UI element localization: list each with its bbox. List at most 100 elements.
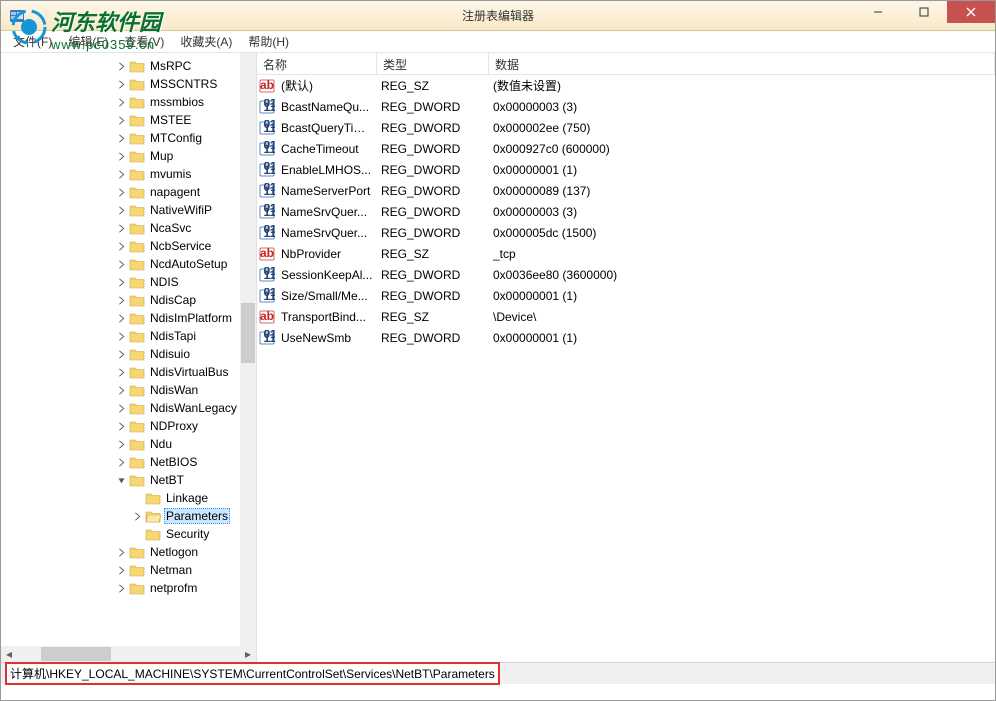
expand-icon[interactable] (115, 312, 128, 325)
tree-item[interactable]: NativeWifiP (1, 201, 256, 219)
expand-icon[interactable] (115, 330, 128, 343)
expand-icon[interactable] (115, 258, 128, 271)
tree-item[interactable]: Parameters (1, 507, 256, 525)
expand-icon[interactable] (115, 420, 128, 433)
tree-view[interactable]: MsRPCMSSCNTRSmssmbiosMSTEEMTConfig Mup mvu… (1, 53, 256, 646)
tree-item[interactable]: Linkage (1, 489, 256, 507)
tree-item[interactable]: mssmbios (1, 93, 256, 111)
expand-icon[interactable] (115, 402, 128, 415)
menu-help[interactable]: 帮助(H) (240, 31, 297, 52)
tree-item[interactable]: mvumis (1, 165, 256, 183)
tree-item[interactable]: Ndu (1, 435, 256, 453)
tree-item[interactable]: NcbService (1, 237, 256, 255)
tree-item[interactable]: Mup (1, 147, 256, 165)
expand-icon[interactable] (115, 240, 128, 253)
tree-item[interactable]: NdisWanLegacy (1, 399, 256, 417)
collapse-icon[interactable] (115, 474, 128, 487)
list-row[interactable]: SessionKeepAl...REG_DWORD0x0036ee80 (360… (257, 264, 995, 285)
expand-icon[interactable] (115, 366, 128, 379)
tree-item[interactable]: Netman (1, 561, 256, 579)
tree-item[interactable]: NdisWan (1, 381, 256, 399)
tree-item[interactable]: Netlogon (1, 543, 256, 561)
tree-item[interactable]: NdisCap (1, 291, 256, 309)
expand-icon[interactable] (115, 78, 128, 91)
tree-item[interactable]: NdisVirtualBus (1, 363, 256, 381)
expand-icon[interactable] (115, 114, 128, 127)
tree-item-label: Mup (148, 149, 175, 163)
column-type[interactable]: 类型 (377, 53, 489, 74)
column-name[interactable]: 名称 (257, 53, 377, 74)
list-row[interactable]: NameSrvQuer...REG_DWORD0x000005dc (1500) (257, 222, 995, 243)
menu-view[interactable]: 查看(V) (116, 31, 172, 52)
expand-icon[interactable] (131, 510, 144, 523)
list-row[interactable]: CacheTimeoutREG_DWORD0x000927c0 (600000) (257, 138, 995, 159)
folder-icon (145, 509, 161, 523)
expand-icon[interactable] (115, 168, 128, 181)
list-row[interactable]: TransportBind...REG_SZ\Device\ (257, 306, 995, 327)
tree-item[interactable]: MSTEE (1, 111, 256, 129)
expand-icon[interactable] (115, 348, 128, 361)
list-view[interactable]: (默认)REG_SZ(数值未设置)BcastNameQu...REG_DWORD… (257, 75, 995, 348)
menu-edit[interactable]: 编辑(E) (60, 31, 116, 52)
expand-icon[interactable] (115, 60, 128, 73)
expand-icon[interactable] (115, 276, 128, 289)
list-row[interactable]: NameSrvQuer...REG_DWORD0x00000003 (3) (257, 201, 995, 222)
expand-icon[interactable] (115, 384, 128, 397)
tree-item[interactable]: napagent (1, 183, 256, 201)
expand-icon[interactable] (115, 582, 128, 595)
tree-item[interactable]: netprofm (1, 579, 256, 597)
tree-horizontal-scrollbar[interactable]: ◂ ▸ (1, 646, 256, 662)
list-row[interactable]: BcastNameQu...REG_DWORD0x00000003 (3) (257, 96, 995, 117)
maximize-button[interactable] (901, 1, 947, 23)
tree-item[interactable]: NetBIOS (1, 453, 256, 471)
tree-item[interactable]: NDIS (1, 273, 256, 291)
expand-icon[interactable] (115, 294, 128, 307)
tree-item[interactable]: NetBT (1, 471, 256, 489)
menu-favorites[interactable]: 收藏夹(A) (172, 31, 240, 52)
reg-dword-icon (257, 204, 277, 220)
list-row[interactable]: UseNewSmbREG_DWORD0x00000001 (1) (257, 327, 995, 348)
list-row[interactable]: (默认)REG_SZ(数值未设置) (257, 75, 995, 96)
expand-icon[interactable] (115, 150, 128, 163)
scroll-left-icon[interactable]: ◂ (1, 646, 17, 662)
tree-vertical-scrollbar[interactable] (240, 53, 256, 646)
tree-item[interactable]: NdisTapi (1, 327, 256, 345)
scroll-right-icon[interactable]: ▸ (240, 646, 256, 662)
tree-item[interactable]: MsRPC (1, 57, 256, 75)
tree-item[interactable]: NcaSvc (1, 219, 256, 237)
expand-icon[interactable] (115, 186, 128, 199)
expand-icon[interactable] (115, 456, 128, 469)
scrollbar-thumb[interactable] (241, 303, 255, 363)
expand-icon[interactable] (115, 564, 128, 577)
tree-item[interactable]: NdisImPlatform (1, 309, 256, 327)
tree-item[interactable]: Ndisuio (1, 345, 256, 363)
tree-item[interactable]: MTConfig (1, 129, 256, 147)
column-data[interactable]: 数据 (489, 53, 995, 74)
expand-icon[interactable] (115, 438, 128, 451)
scrollbar-thumb[interactable] (41, 647, 111, 661)
tree-item[interactable]: NcdAutoSetup (1, 255, 256, 273)
tree-item-label: NcaSvc (148, 221, 193, 235)
tree-item-label: NdisVirtualBus (148, 365, 230, 379)
list-row[interactable]: NbProviderREG_SZ_tcp (257, 243, 995, 264)
expand-icon[interactable] (115, 222, 128, 235)
value-type: REG_DWORD (377, 184, 489, 198)
value-name: (默认) (277, 77, 377, 94)
list-row[interactable]: NameServerPortREG_DWORD0x00000089 (137) (257, 180, 995, 201)
folder-icon (129, 311, 145, 325)
close-button[interactable] (947, 1, 995, 23)
list-row[interactable]: Size/Small/Me...REG_DWORD0x00000001 (1) (257, 285, 995, 306)
tree-item[interactable]: NDProxy (1, 417, 256, 435)
minimize-button[interactable] (855, 1, 901, 23)
list-row[interactable]: BcastQueryTim...REG_DWORD0x000002ee (750… (257, 117, 995, 138)
expand-icon[interactable] (115, 546, 128, 559)
list-row[interactable]: EnableLMHOS...REG_DWORD0x00000001 (1) (257, 159, 995, 180)
expand-icon[interactable] (115, 204, 128, 217)
tree-item[interactable]: MSSCNTRS (1, 75, 256, 93)
folder-icon (129, 455, 145, 469)
tree-pane: MsRPCMSSCNTRSmssmbiosMSTEEMTConfig Mup mvu… (1, 53, 257, 662)
expand-icon[interactable] (115, 96, 128, 109)
tree-item[interactable]: Security (1, 525, 256, 543)
expand-icon[interactable] (115, 132, 128, 145)
menu-file[interactable]: 文件(F) (5, 31, 60, 52)
